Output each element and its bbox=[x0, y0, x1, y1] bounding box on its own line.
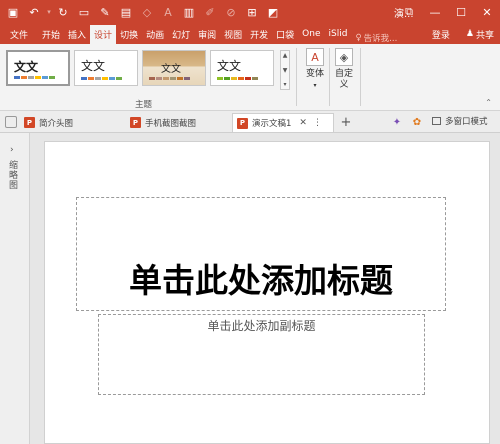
tab-design[interactable]: 设计 bbox=[90, 25, 117, 44]
tab-onenote[interactable]: One bbox=[298, 24, 324, 44]
login-button[interactable]: 登录 bbox=[422, 28, 460, 41]
doc-tab-label: 演示文稿1 bbox=[252, 119, 292, 129]
tab-transitions[interactable]: 切换 bbox=[116, 24, 142, 44]
gallery-more-icon[interactable]: ▾ bbox=[283, 81, 286, 88]
eraser-icon[interactable]: ✐ bbox=[201, 3, 219, 21]
doc-tab[interactable]: P 简介头图 bbox=[24, 113, 73, 132]
ribbon-separator bbox=[360, 48, 361, 106]
scroll-down-icon[interactable]: ▼ bbox=[283, 67, 288, 74]
scroll-up-icon[interactable]: ▲ bbox=[283, 52, 288, 59]
tab-more-icon[interactable]: ⋮ bbox=[313, 118, 322, 128]
ribbon-tabs: 文件 开始 插入 设计 切换 动画 幻灯 审阅 视图 开发 口袋 One iSl… bbox=[0, 24, 500, 44]
theme-preview-text: 文文 bbox=[81, 59, 106, 73]
collapse-ribbon-icon[interactable]: ⌃ bbox=[485, 98, 492, 107]
tab-animations[interactable]: 动画 bbox=[142, 24, 168, 44]
tab-islide[interactable]: iSlid bbox=[325, 24, 352, 44]
settings-icon[interactable]: ✿ bbox=[410, 115, 424, 129]
theme-color-bar bbox=[217, 77, 259, 80]
tell-me-box[interactable]: ♀ 告诉我... bbox=[355, 32, 397, 44]
doc-tab-label: 简介头图 bbox=[39, 118, 74, 129]
customize-button[interactable]: ◈ 自定义 bbox=[327, 48, 361, 91]
slide-canvas[interactable]: 单击此处添加标题 单击此处添加副标题 bbox=[44, 141, 490, 444]
close-icon[interactable]: ✕ bbox=[474, 0, 500, 24]
group-label-themes: 主题 bbox=[135, 100, 153, 110]
ppt-file-icon: P bbox=[237, 117, 248, 129]
redo-icon[interactable]: ↻ bbox=[54, 3, 72, 21]
tab-list-icon[interactable] bbox=[5, 116, 17, 128]
thumbnail-pane-label: 缩略图 bbox=[9, 161, 19, 191]
customize-label: 自定义 bbox=[334, 69, 353, 90]
theme-facet[interactable]: 文文 bbox=[210, 50, 274, 86]
ribbon-design: 文文 文文 文文 文文 ▲ ▼ ▾ A 变体 ▾ ◈ 自定义 主题 ⌃ bbox=[0, 44, 500, 111]
theme-preview-text: 文文 bbox=[161, 64, 181, 75]
minimize-icon[interactable]: — bbox=[422, 0, 448, 24]
multi-window-button[interactable]: 多窗口模式 bbox=[432, 115, 488, 127]
doc-tab-label: 手机截图截图 bbox=[145, 118, 197, 129]
subtitle-placeholder[interactable]: 单击此处添加副标题 bbox=[98, 314, 425, 395]
tab-home[interactable]: 开始 bbox=[38, 24, 64, 44]
tab-file[interactable]: 文件 bbox=[0, 24, 38, 44]
paste-icon[interactable]: ▥ bbox=[180, 3, 198, 21]
undo-dropdown-icon[interactable]: ▾ bbox=[46, 3, 52, 21]
color-icon[interactable]: ◩ bbox=[264, 3, 282, 21]
theme-color-bar bbox=[81, 77, 123, 80]
ppt-file-icon: P bbox=[24, 117, 35, 128]
theme-office[interactable]: 文文 bbox=[6, 50, 70, 86]
window-icon bbox=[432, 117, 441, 125]
title-placeholder[interactable]: 单击此处添加标题 bbox=[76, 197, 446, 311]
chevron-down-icon: ▾ bbox=[313, 82, 317, 89]
tell-me-text: 告诉我... bbox=[363, 34, 398, 44]
quick-access-toolbar: ▣ ↶ ▾ ↻ ▭ ✎ ▤ ◇ A ▥ ✐ ⊘ ⊞ ◩ bbox=[0, 0, 285, 24]
share-label: 共享 bbox=[475, 30, 494, 41]
close-tab-icon[interactable]: ✕ bbox=[299, 118, 307, 128]
new-file-icon[interactable]: ▭ bbox=[75, 3, 93, 21]
tab-view[interactable]: 视图 bbox=[220, 24, 246, 44]
theme-gallery: 文文 文文 文文 文文 bbox=[6, 50, 278, 86]
ribbon-separator bbox=[296, 48, 297, 106]
theme-plain[interactable]: 文文 bbox=[74, 50, 138, 86]
window-controls: ⧉ — ☐ ✕ bbox=[396, 0, 500, 24]
save-icon[interactable]: ▣ bbox=[4, 3, 22, 21]
theme-preview-text: 文文 bbox=[14, 60, 39, 74]
format-painter-icon[interactable]: ▤ bbox=[117, 3, 135, 21]
ppt-file-icon: P bbox=[130, 117, 141, 128]
expand-pane-icon[interactable]: › bbox=[10, 145, 14, 155]
theme-color-bar bbox=[14, 76, 56, 79]
tab-developer[interactable]: 开发 bbox=[246, 24, 272, 44]
shape-icon[interactable]: ◇ bbox=[138, 3, 156, 21]
theme-wood[interactable]: 文文 bbox=[142, 50, 206, 86]
workspace: › 缩略图 单击此处添加标题 单击此处添加副标题 bbox=[0, 133, 500, 444]
variants-icon: A bbox=[306, 48, 324, 66]
share-icon: ♟ bbox=[465, 29, 474, 39]
theme-preview-text: 文文 bbox=[217, 59, 242, 73]
pen-icon[interactable]: ✎ bbox=[96, 3, 114, 21]
tab-review[interactable]: 审阅 bbox=[194, 24, 220, 44]
pin-icon[interactable]: ✦ bbox=[390, 115, 404, 129]
theme-gallery-scroll[interactable]: ▲ ▼ ▾ bbox=[280, 50, 290, 90]
customize-icon: ◈ bbox=[335, 48, 353, 66]
document-tabs: P 简介头图 P 手机截图截图 P 演示文稿1 ✕ ⋮ + ✦ ✿ 多窗口模式 bbox=[0, 111, 500, 133]
variants-label: 变体 bbox=[305, 69, 324, 79]
subtitle-placeholder-text: 单击此处添加副标题 bbox=[207, 319, 316, 333]
theme-color-bar bbox=[149, 77, 191, 80]
tab-pocket[interactable]: 口袋 bbox=[272, 24, 298, 44]
undo-icon[interactable]: ↶ bbox=[25, 3, 43, 21]
text-icon[interactable]: A bbox=[159, 3, 177, 21]
tab-slideshow[interactable]: 幻灯 bbox=[168, 24, 194, 44]
lightbulb-icon: ♀ bbox=[355, 33, 362, 43]
maximize-icon[interactable]: ☐ bbox=[448, 0, 474, 24]
new-tab-icon[interactable]: + bbox=[338, 114, 354, 130]
thumbnail-pane: › 缩略图 bbox=[0, 133, 30, 444]
grid-icon[interactable]: ⊞ bbox=[243, 3, 261, 21]
title-placeholder-text: 单击此处添加标题 bbox=[129, 261, 393, 300]
account-area: 登录 ♟ 共享 bbox=[422, 24, 500, 44]
clear-icon[interactable]: ⊘ bbox=[222, 3, 240, 21]
doc-tab[interactable]: P 手机截图截图 bbox=[130, 113, 196, 132]
restore-icon[interactable]: ⧉ bbox=[396, 0, 422, 24]
title-bar: ▣ ↶ ▾ ↻ ▭ ✎ ▤ ◇ A ▥ ✐ ⊘ ⊞ ◩ 演... ⧉ — ☐ ✕ bbox=[0, 0, 500, 24]
tab-insert[interactable]: 插入 bbox=[64, 24, 90, 44]
doc-tab-active[interactable]: P 演示文稿1 ✕ ⋮ bbox=[232, 113, 334, 132]
share-button[interactable]: ♟ 共享 bbox=[460, 28, 500, 41]
multi-window-label: 多窗口模式 bbox=[445, 117, 488, 127]
